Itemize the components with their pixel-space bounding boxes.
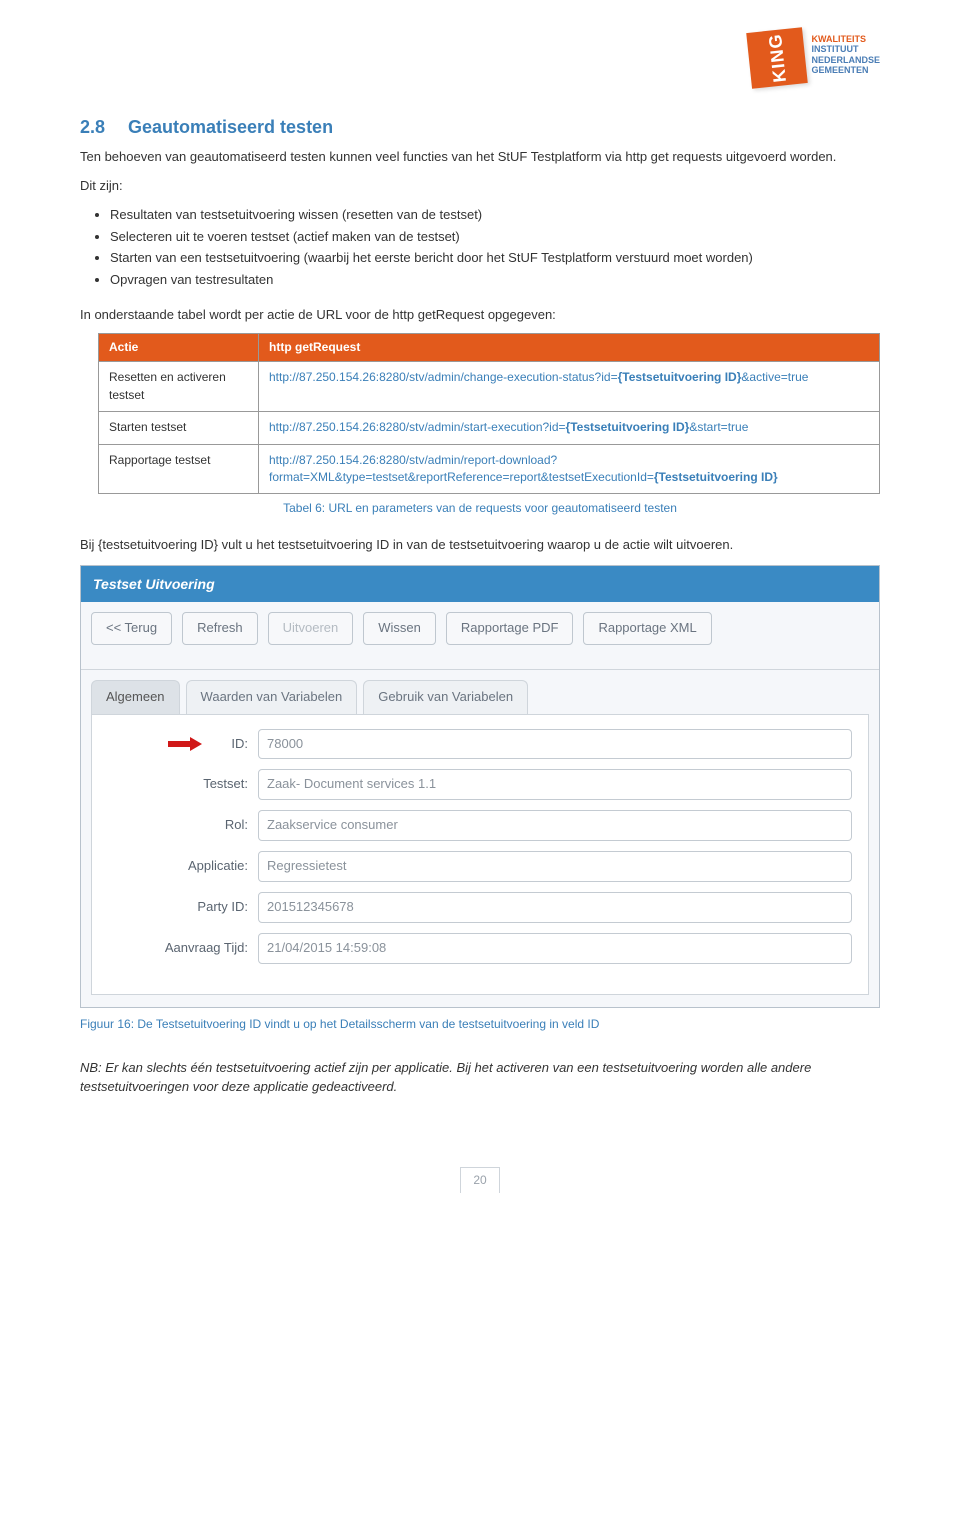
cell-actie: Rapportage testset xyxy=(99,444,259,494)
bullet-item: Starten van een testsetuitvoering (waarb… xyxy=(110,249,880,268)
bullet-item: Opvragen van testresultaten xyxy=(110,271,880,290)
cell-actie: Starten testset xyxy=(99,412,259,444)
table-header-request: http getRequest xyxy=(259,334,880,362)
field-label-applicatie: Applicatie: xyxy=(108,857,258,876)
cell-url: http://87.250.154.26:8280/stv/admin/repo… xyxy=(259,444,880,494)
table-caption: Tabel 6: URL en parameters van de reques… xyxy=(80,500,880,517)
cell-url: http://87.250.154.26:8280/stv/admin/chan… xyxy=(259,362,880,412)
table-row: Starten testset http://87.250.154.26:828… xyxy=(99,412,880,444)
field-label-rol: Rol: xyxy=(108,816,258,835)
uitvoeren-button[interactable]: Uitvoeren xyxy=(268,612,354,645)
wissen-button[interactable]: Wissen xyxy=(363,612,436,645)
table-row: Rapportage testset http://87.250.154.26:… xyxy=(99,444,880,494)
section-heading: 2.8Geautomatiseerd testen xyxy=(80,114,880,140)
figure-caption: Figuur 16: De Testsetuitvoering ID vindt… xyxy=(80,1016,880,1033)
king-logo-subtitle: KWALITEITS INSTITUUT NEDERLANDSE GEMEENT… xyxy=(811,30,880,75)
party-id-field[interactable]: 201512345678 xyxy=(258,892,852,923)
field-label-party-id: Party ID: xyxy=(108,898,258,917)
tab-algemeen[interactable]: Algemeen xyxy=(91,680,180,714)
ditzijn-paragraph: Dit zijn: xyxy=(80,177,880,196)
page-number: 20 xyxy=(460,1167,499,1193)
header-logo: KING KWALITEITS INSTITUUT NEDERLANDSE GE… xyxy=(80,30,880,86)
panel-title: Testset Uitvoering xyxy=(81,566,879,602)
nb-paragraph: NB: Er kan slechts één testsetuitvoering… xyxy=(80,1059,880,1097)
panel-toolbar: << Terug Refresh Uitvoeren Wissen Rappor… xyxy=(81,602,879,670)
id-field[interactable]: 78000 xyxy=(258,729,852,760)
field-label-aanvraag-tijd: Aanvraag Tijd: xyxy=(108,939,258,958)
back-button[interactable]: << Terug xyxy=(91,612,172,645)
applicatie-field[interactable]: Regressietest xyxy=(258,851,852,882)
king-logo-text: KING xyxy=(762,32,793,83)
king-logo-box: KING xyxy=(747,27,809,89)
cell-actie: Resetten en activeren testset xyxy=(99,362,259,412)
table-row: Resetten en activeren testset http://87.… xyxy=(99,362,880,412)
rol-field[interactable]: Zaakservice consumer xyxy=(258,810,852,841)
url-table: Actie http getRequest Resetten en active… xyxy=(98,333,880,494)
after-table-paragraph: Bij {testsetuitvoering ID} vult u het te… xyxy=(80,536,880,555)
screenshot-testset-uitvoering: Testset Uitvoering << Terug Refresh Uitv… xyxy=(80,565,880,1008)
arrow-right-icon xyxy=(168,737,202,751)
rapportage-pdf-button[interactable]: Rapportage PDF xyxy=(446,612,574,645)
tab-waarden-variabelen[interactable]: Waarden van Variabelen xyxy=(186,680,358,714)
intro-paragraph: Ten behoeven van geautomatiseerd testen … xyxy=(80,148,880,167)
cell-url: http://87.250.154.26:8280/stv/admin/star… xyxy=(259,412,880,444)
field-label-id: ID: xyxy=(108,735,258,754)
bullet-item: Resultaten van testsetuitvoering wissen … xyxy=(110,206,880,225)
tabs-row: Algemeen Waarden van Variabelen Gebruik … xyxy=(81,670,879,714)
table-lead-paragraph: In onderstaande tabel wordt per actie de… xyxy=(80,306,880,325)
bullet-list: Resultaten van testsetuitvoering wissen … xyxy=(110,206,880,290)
rapportage-xml-button[interactable]: Rapportage XML xyxy=(583,612,711,645)
form-area: ID: 78000 Testset: Zaak- Document servic… xyxy=(91,714,869,995)
aanvraag-tijd-field[interactable]: 21/04/2015 14:59:08 xyxy=(258,933,852,964)
page-footer: 20 xyxy=(80,1167,880,1193)
tab-gebruik-variabelen[interactable]: Gebruik van Variabelen xyxy=(363,680,528,714)
field-label-testset: Testset: xyxy=(108,775,258,794)
table-header-actie: Actie xyxy=(99,334,259,362)
testset-field[interactable]: Zaak- Document services 1.1 xyxy=(258,769,852,800)
bullet-item: Selecteren uit te voeren testset (actief… xyxy=(110,228,880,247)
refresh-button[interactable]: Refresh xyxy=(182,612,258,645)
